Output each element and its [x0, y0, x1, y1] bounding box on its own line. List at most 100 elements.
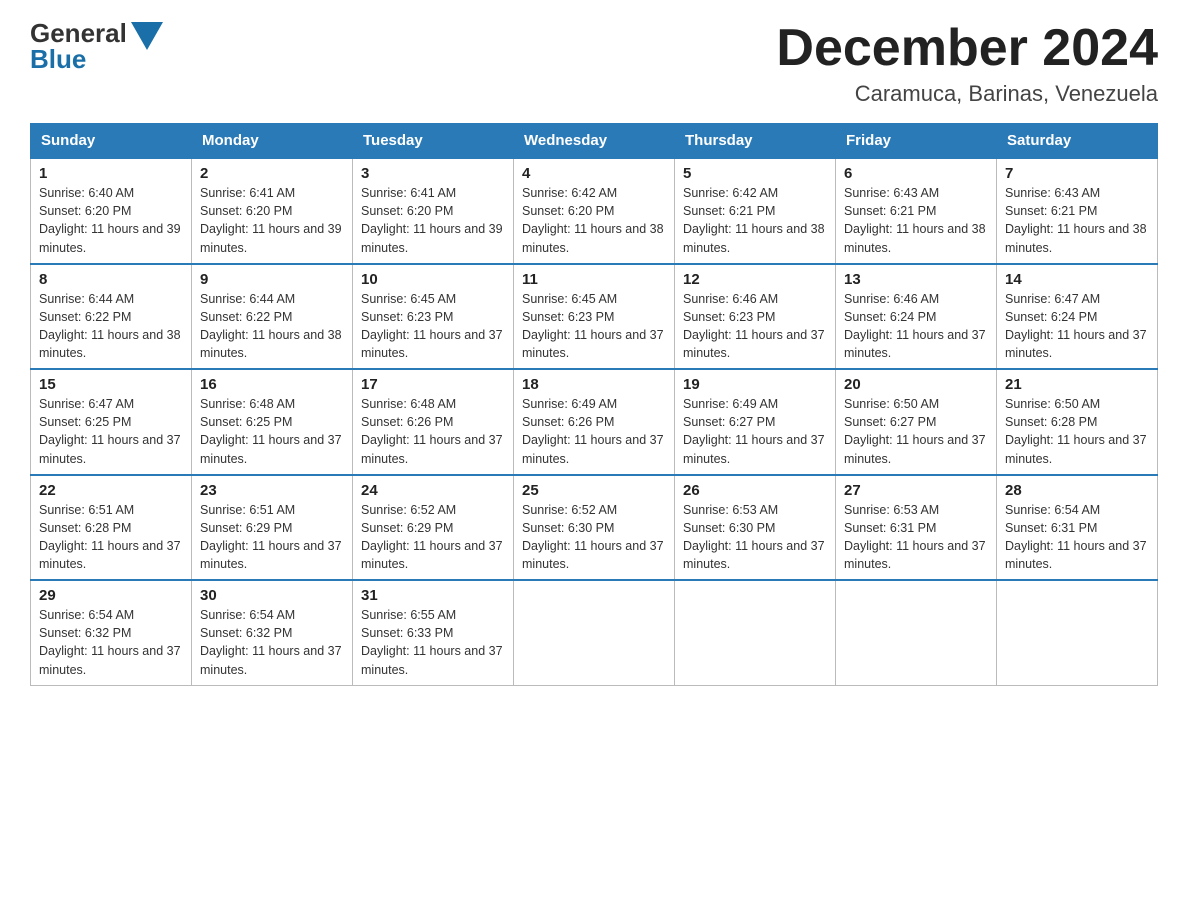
day-info: Sunrise: 6:44 AMSunset: 6:22 PMDaylight:… [39, 292, 181, 360]
day-number: 25 [522, 482, 666, 499]
day-info: Sunrise: 6:49 AMSunset: 6:27 PMDaylight:… [683, 397, 825, 465]
day-info: Sunrise: 6:51 AMSunset: 6:28 PMDaylight:… [39, 503, 181, 571]
day-info: Sunrise: 6:42 AMSunset: 6:20 PMDaylight:… [522, 186, 664, 254]
logo-triangle-icon [131, 22, 163, 50]
day-info: Sunrise: 6:48 AMSunset: 6:25 PMDaylight:… [200, 397, 342, 465]
day-info: Sunrise: 6:44 AMSunset: 6:22 PMDaylight:… [200, 292, 342, 360]
day-info: Sunrise: 6:53 AMSunset: 6:30 PMDaylight:… [683, 503, 825, 571]
day-info: Sunrise: 6:47 AMSunset: 6:25 PMDaylight:… [39, 397, 181, 465]
day-info: Sunrise: 6:55 AMSunset: 6:33 PMDaylight:… [361, 608, 503, 676]
day-number: 29 [39, 587, 183, 604]
day-info: Sunrise: 6:46 AMSunset: 6:24 PMDaylight:… [844, 292, 986, 360]
calendar-cell: 15 Sunrise: 6:47 AMSunset: 6:25 PMDaylig… [31, 369, 192, 475]
day-info: Sunrise: 6:54 AMSunset: 6:31 PMDaylight:… [1005, 503, 1147, 571]
calendar-cell: 16 Sunrise: 6:48 AMSunset: 6:25 PMDaylig… [192, 369, 353, 475]
calendar-cell [836, 580, 997, 685]
day-number: 24 [361, 482, 505, 499]
calendar-cell: 9 Sunrise: 6:44 AMSunset: 6:22 PMDayligh… [192, 264, 353, 370]
logo: General Blue [30, 20, 163, 72]
page-header: General Blue December 2024 Caramuca, Bar… [30, 20, 1158, 107]
day-info: Sunrise: 6:45 AMSunset: 6:23 PMDaylight:… [522, 292, 664, 360]
day-number: 8 [39, 271, 183, 288]
day-number: 4 [522, 165, 666, 182]
day-number: 15 [39, 376, 183, 393]
day-number: 16 [200, 376, 344, 393]
day-number: 10 [361, 271, 505, 288]
calendar-cell: 22 Sunrise: 6:51 AMSunset: 6:28 PMDaylig… [31, 475, 192, 581]
calendar-cell: 29 Sunrise: 6:54 AMSunset: 6:32 PMDaylig… [31, 580, 192, 685]
weekday-header-friday: Friday [836, 124, 997, 159]
day-number: 5 [683, 165, 827, 182]
logo-general-text: General [30, 20, 127, 46]
day-number: 6 [844, 165, 988, 182]
day-number: 7 [1005, 165, 1149, 182]
day-info: Sunrise: 6:54 AMSunset: 6:32 PMDaylight:… [200, 608, 342, 676]
calendar-cell: 28 Sunrise: 6:54 AMSunset: 6:31 PMDaylig… [997, 475, 1158, 581]
weekday-header-tuesday: Tuesday [353, 124, 514, 159]
calendar-cell: 11 Sunrise: 6:45 AMSunset: 6:23 PMDaylig… [514, 264, 675, 370]
calendar-cell: 21 Sunrise: 6:50 AMSunset: 6:28 PMDaylig… [997, 369, 1158, 475]
day-info: Sunrise: 6:50 AMSunset: 6:28 PMDaylight:… [1005, 397, 1147, 465]
day-number: 28 [1005, 482, 1149, 499]
logo-blue-text: Blue [30, 46, 127, 72]
day-info: Sunrise: 6:43 AMSunset: 6:21 PMDaylight:… [844, 186, 986, 254]
day-number: 31 [361, 587, 505, 604]
day-info: Sunrise: 6:51 AMSunset: 6:29 PMDaylight:… [200, 503, 342, 571]
day-info: Sunrise: 6:46 AMSunset: 6:23 PMDaylight:… [683, 292, 825, 360]
day-number: 12 [683, 271, 827, 288]
day-info: Sunrise: 6:41 AMSunset: 6:20 PMDaylight:… [200, 186, 342, 254]
calendar-cell [997, 580, 1158, 685]
day-number: 13 [844, 271, 988, 288]
day-number: 9 [200, 271, 344, 288]
day-info: Sunrise: 6:49 AMSunset: 6:26 PMDaylight:… [522, 397, 664, 465]
weekday-header-thursday: Thursday [675, 124, 836, 159]
day-number: 30 [200, 587, 344, 604]
calendar-week-row: 29 Sunrise: 6:54 AMSunset: 6:32 PMDaylig… [31, 580, 1158, 685]
calendar-cell: 14 Sunrise: 6:47 AMSunset: 6:24 PMDaylig… [997, 264, 1158, 370]
day-number: 19 [683, 376, 827, 393]
calendar-cell [514, 580, 675, 685]
calendar-week-row: 8 Sunrise: 6:44 AMSunset: 6:22 PMDayligh… [31, 264, 1158, 370]
calendar-cell [675, 580, 836, 685]
calendar-cell: 4 Sunrise: 6:42 AMSunset: 6:20 PMDayligh… [514, 158, 675, 264]
calendar-cell: 12 Sunrise: 6:46 AMSunset: 6:23 PMDaylig… [675, 264, 836, 370]
weekday-header-monday: Monday [192, 124, 353, 159]
day-info: Sunrise: 6:42 AMSunset: 6:21 PMDaylight:… [683, 186, 825, 254]
calendar-cell: 7 Sunrise: 6:43 AMSunset: 6:21 PMDayligh… [997, 158, 1158, 264]
calendar-cell: 2 Sunrise: 6:41 AMSunset: 6:20 PMDayligh… [192, 158, 353, 264]
calendar-cell: 23 Sunrise: 6:51 AMSunset: 6:29 PMDaylig… [192, 475, 353, 581]
day-info: Sunrise: 6:47 AMSunset: 6:24 PMDaylight:… [1005, 292, 1147, 360]
calendar-cell: 8 Sunrise: 6:44 AMSunset: 6:22 PMDayligh… [31, 264, 192, 370]
calendar-cell: 20 Sunrise: 6:50 AMSunset: 6:27 PMDaylig… [836, 369, 997, 475]
calendar-cell: 19 Sunrise: 6:49 AMSunset: 6:27 PMDaylig… [675, 369, 836, 475]
calendar-cell: 1 Sunrise: 6:40 AMSunset: 6:20 PMDayligh… [31, 158, 192, 264]
weekday-header-saturday: Saturday [997, 124, 1158, 159]
calendar-cell: 25 Sunrise: 6:52 AMSunset: 6:30 PMDaylig… [514, 475, 675, 581]
weekday-header-sunday: Sunday [31, 124, 192, 159]
calendar-cell: 5 Sunrise: 6:42 AMSunset: 6:21 PMDayligh… [675, 158, 836, 264]
day-info: Sunrise: 6:45 AMSunset: 6:23 PMDaylight:… [361, 292, 503, 360]
day-number: 3 [361, 165, 505, 182]
calendar-week-row: 1 Sunrise: 6:40 AMSunset: 6:20 PMDayligh… [31, 158, 1158, 264]
day-number: 21 [1005, 376, 1149, 393]
calendar-week-row: 22 Sunrise: 6:51 AMSunset: 6:28 PMDaylig… [31, 475, 1158, 581]
calendar-table: SundayMondayTuesdayWednesdayThursdayFrid… [30, 123, 1158, 686]
calendar-cell: 3 Sunrise: 6:41 AMSunset: 6:20 PMDayligh… [353, 158, 514, 264]
day-number: 26 [683, 482, 827, 499]
location-subtitle: Caramuca, Barinas, Venezuela [776, 81, 1158, 107]
calendar-cell: 24 Sunrise: 6:52 AMSunset: 6:29 PMDaylig… [353, 475, 514, 581]
weekday-header-wednesday: Wednesday [514, 124, 675, 159]
day-info: Sunrise: 6:48 AMSunset: 6:26 PMDaylight:… [361, 397, 503, 465]
month-title: December 2024 [776, 20, 1158, 77]
calendar-cell: 18 Sunrise: 6:49 AMSunset: 6:26 PMDaylig… [514, 369, 675, 475]
day-number: 1 [39, 165, 183, 182]
calendar-cell: 17 Sunrise: 6:48 AMSunset: 6:26 PMDaylig… [353, 369, 514, 475]
day-number: 2 [200, 165, 344, 182]
calendar-cell: 13 Sunrise: 6:46 AMSunset: 6:24 PMDaylig… [836, 264, 997, 370]
calendar-cell: 10 Sunrise: 6:45 AMSunset: 6:23 PMDaylig… [353, 264, 514, 370]
day-number: 18 [522, 376, 666, 393]
day-info: Sunrise: 6:43 AMSunset: 6:21 PMDaylight:… [1005, 186, 1147, 254]
calendar-header-row: SundayMondayTuesdayWednesdayThursdayFrid… [31, 124, 1158, 159]
calendar-cell: 27 Sunrise: 6:53 AMSunset: 6:31 PMDaylig… [836, 475, 997, 581]
day-info: Sunrise: 6:41 AMSunset: 6:20 PMDaylight:… [361, 186, 503, 254]
